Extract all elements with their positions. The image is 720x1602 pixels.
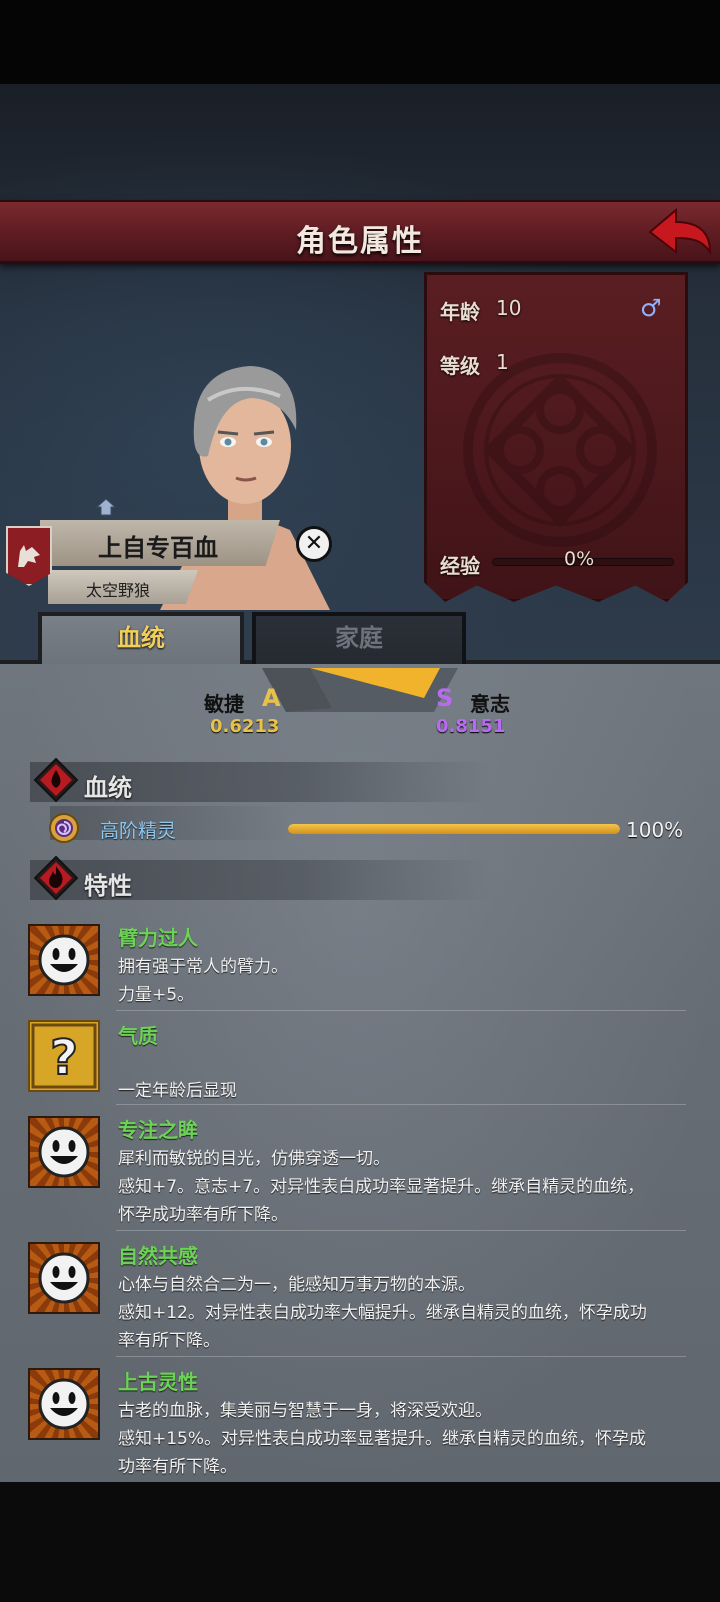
stat-will-grade: S	[436, 684, 454, 712]
age-value: 10	[496, 296, 522, 320]
flame-icon	[34, 856, 78, 900]
trait-divider	[116, 1010, 686, 1011]
trait-5-desc-line-2: 感知+15%。对异性表白成功率显著提升。继承自精灵的血统，怀孕成	[118, 1429, 647, 1449]
bloodline-section-title: 血统	[84, 774, 132, 802]
trait-1-desc-line-1: 拥有强于常人的臂力。	[118, 957, 288, 977]
trait-2-name: 气质	[118, 1024, 158, 1048]
male-gender-icon: ♂	[640, 294, 662, 322]
status-bar-area	[0, 0, 720, 84]
trait-2-question-mark-icon[interactable]: ?	[28, 1020, 100, 1092]
exp-label: 经验	[440, 554, 480, 578]
bloodline-progress-bar	[288, 824, 620, 834]
trait-5-name: 上古灵性	[118, 1370, 198, 1394]
trait-5-desc-line-3: 功率有所下降。	[118, 1457, 237, 1477]
elf-spiral-icon	[49, 813, 79, 843]
rank-chevron-icon	[96, 498, 116, 516]
trait-3-desc-line-3: 怀孕成功率有所下降。	[118, 1205, 288, 1225]
level-value: 1	[496, 350, 509, 374]
trait-1-name: 臂力过人	[118, 926, 198, 950]
level-label: 等级	[440, 354, 480, 378]
page-title: 角色属性	[296, 224, 424, 259]
traits-section-title: 特性	[84, 872, 132, 900]
trait-5-smile-face-icon[interactable]	[28, 1368, 100, 1440]
trait-4-desc-line-3: 率有所下降。	[118, 1331, 220, 1351]
svg-text:?: ?	[50, 1030, 78, 1086]
celtic-knot-icon	[463, 353, 657, 547]
stat-agility-name: 敏捷	[204, 692, 244, 716]
trait-4-name: 自然共感	[118, 1244, 198, 1268]
exp-value: 0%	[564, 548, 595, 570]
faction-name: 太空野狼	[86, 581, 151, 600]
bloodline-progress-fill	[288, 824, 620, 834]
bottom-nav-area	[0, 1482, 720, 1602]
trait-4-desc-line-1: 心体与自然合二为一，能感知万事万物的本源。	[118, 1275, 475, 1295]
tab-bloodline-label: 血统	[117, 624, 165, 652]
trait-4-desc-line-2: 感知+12。对异性表白成功率大幅提升。继承自精灵的血统，怀孕成功	[118, 1303, 647, 1323]
trait-3-desc-line-2: 感知+7。意志+7。对异性表白成功率显著提升。继承自精灵的血统，	[118, 1177, 645, 1197]
tab-family[interactable]: 家庭	[252, 612, 466, 664]
bloodline-percent: 100%	[626, 818, 684, 842]
stat-agility-value: 0.6213	[210, 716, 280, 737]
title-banner: 角色属性	[0, 200, 720, 264]
name-plate: 上自专百血	[40, 520, 280, 566]
blood-drop-icon	[34, 758, 78, 802]
trait-3-name: 专注之眸	[118, 1118, 198, 1142]
trait-3-desc-line-1: 犀利而敏锐的目光，仿佛穿透一切。	[118, 1149, 390, 1169]
stat-will-value: 0.8151	[436, 716, 506, 737]
trait-divider	[116, 1104, 686, 1105]
age-label: 年龄	[440, 300, 480, 324]
attribute-wheel-icon	[262, 668, 458, 712]
trait-3-smile-face-icon[interactable]	[28, 1116, 100, 1188]
tab-family-label: 家庭	[335, 624, 383, 652]
faction-plate: 太空野狼	[48, 570, 198, 604]
close-button[interactable]: ✕	[296, 526, 332, 562]
trait-5-desc-line-1: 古老的血脉，集美丽与智慧于一身，将深受欢迎。	[118, 1401, 492, 1421]
character-name: 上自专百血	[98, 534, 218, 562]
trait-1-smile-face-icon[interactable]	[28, 924, 100, 996]
tab-bloodline[interactable]: 血统	[38, 612, 244, 664]
trait-2-desc-line-2: 一定年龄后显现	[118, 1081, 237, 1101]
back-arrow-icon[interactable]	[646, 206, 714, 260]
stat-will-name: 意志	[470, 692, 510, 716]
trait-divider	[116, 1230, 686, 1231]
stat-agility-grade: A	[262, 684, 281, 712]
bloodline-name: 高阶精灵	[100, 820, 177, 842]
trait-4-smile-face-icon[interactable]	[28, 1242, 100, 1314]
trait-1-desc-line-2: 力量+5。	[118, 985, 195, 1005]
trait-divider	[116, 1356, 686, 1357]
